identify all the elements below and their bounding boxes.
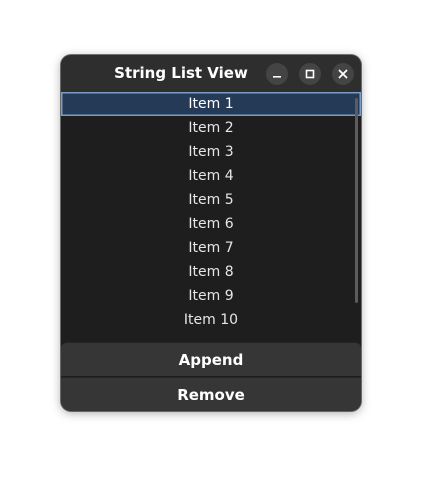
list-item[interactable]: Item 2	[61, 116, 361, 140]
list-item[interactable]: Item 6	[61, 212, 361, 236]
remove-button[interactable]: Remove	[61, 377, 361, 411]
maximize-icon	[305, 69, 315, 79]
maximize-button[interactable]	[299, 63, 321, 85]
list-item[interactable]: Item 7	[61, 236, 361, 260]
close-button[interactable]	[332, 63, 354, 85]
list-item[interactable]: Item 10	[61, 308, 361, 332]
list-scrollbar[interactable]	[355, 98, 358, 303]
list-item[interactable]: Item 4	[61, 164, 361, 188]
title-bar[interactable]: String List View	[61, 55, 361, 92]
list-item[interactable]: Item 5	[61, 188, 361, 212]
minimize-icon	[273, 76, 281, 78]
list-item[interactable]: Item 1	[61, 92, 361, 116]
app-window: String List View Item 1 Item 2 Item 3 Item …	[61, 55, 361, 411]
window-title: String List View	[114, 64, 248, 82]
list-item[interactable]: Item 9	[61, 284, 361, 308]
append-button[interactable]: Append	[61, 342, 361, 376]
close-icon	[338, 69, 348, 79]
list-item[interactable]: Item 8	[61, 260, 361, 284]
string-list[interactable]: Item 1 Item 2 Item 3 Item 4 Item 5 Item 6 Item…	[61, 92, 361, 341]
minimize-button[interactable]	[266, 63, 288, 85]
list-item[interactable]: Item 3	[61, 140, 361, 164]
